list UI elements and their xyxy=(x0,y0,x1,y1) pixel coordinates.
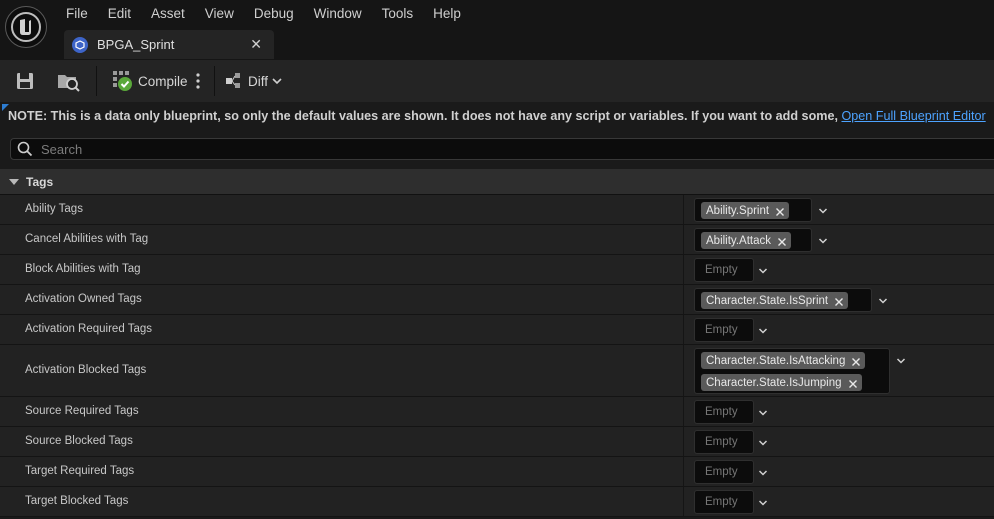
menu-asset[interactable]: Asset xyxy=(141,0,195,28)
property-name: Activation Blocked Tags xyxy=(25,364,147,376)
property-name: Block Abilities with Tag xyxy=(25,263,141,275)
empty-tag-field[interactable]: Empty xyxy=(694,400,754,424)
search-box[interactable] xyxy=(10,138,994,160)
property-row: Target Required Tags Empty xyxy=(0,457,994,487)
tag-label: Character.State.IsJumping xyxy=(706,376,842,389)
search-icon xyxy=(17,141,33,157)
note-text: NOTE: This is a data only blueprint, so … xyxy=(8,109,842,123)
empty-tag-field[interactable]: Empty xyxy=(694,318,754,342)
title-bar: File Edit Asset View Debug Window Tools … xyxy=(0,0,994,62)
property-name: Activation Required Tags xyxy=(25,323,152,335)
details-panel: NOTE: This is a data only blueprint, so … xyxy=(0,102,994,519)
menu-help[interactable]: Help xyxy=(423,0,471,28)
menu-window[interactable]: Window xyxy=(304,0,372,28)
menu-file[interactable]: File xyxy=(56,0,98,28)
chevron-down-icon[interactable] xyxy=(878,295,888,305)
tag-label: Ability.Sprint xyxy=(706,204,770,217)
tag-container: Character.State.IsSprint xyxy=(694,288,872,312)
chevron-down-icon[interactable] xyxy=(818,235,828,245)
tag-chip[interactable]: Character.State.IsSprint xyxy=(701,292,849,309)
property-list: Ability Tags Ability.Sprint Cancel Abiliti… xyxy=(0,195,994,517)
property-row: Cancel Abilities with Tag Ability.Attack xyxy=(0,225,994,255)
chevron-down-icon[interactable] xyxy=(758,497,768,507)
save-icon xyxy=(17,73,33,89)
compile-button[interactable]: Compile xyxy=(110,68,188,94)
compile-options-button[interactable] xyxy=(194,68,202,94)
diff-label: Diff xyxy=(248,73,269,89)
data-only-note: NOTE: This is a data only blueprint, so … xyxy=(0,102,994,132)
property-name: Target Blocked Tags xyxy=(25,495,129,507)
unreal-logo-icon[interactable] xyxy=(5,6,47,48)
property-name: Source Blocked Tags xyxy=(25,435,133,447)
property-row: Activation Blocked Tags Character.State.I… xyxy=(0,345,994,397)
remove-tag-icon[interactable] xyxy=(848,378,858,388)
diff-button[interactable]: Diff xyxy=(224,68,283,94)
tag-chip[interactable]: Character.State.IsJumping xyxy=(701,374,862,391)
property-row: Target Blocked Tags Empty xyxy=(0,487,994,517)
property-row: Activation Owned Tags Character.State.IsS… xyxy=(0,285,994,315)
close-icon[interactable]: ✕ xyxy=(250,36,262,53)
tag-chip[interactable]: Character.State.IsAttacking xyxy=(701,352,866,369)
menu-bar: File Edit Asset View Debug Window Tools … xyxy=(56,0,471,28)
browse-folder-icon xyxy=(58,75,80,92)
chevron-down-icon[interactable] xyxy=(758,265,768,275)
property-name: Ability Tags xyxy=(25,203,83,215)
property-name: Source Required Tags xyxy=(25,405,139,417)
chevron-down-icon[interactable] xyxy=(758,407,768,417)
open-full-editor-link[interactable]: Open Full Blueprint Editor xyxy=(841,109,985,123)
tab-label: BPGA_Sprint xyxy=(97,37,175,52)
tag-chip[interactable]: Ability.Attack xyxy=(701,232,791,249)
empty-tag-field[interactable]: Empty xyxy=(694,490,754,514)
menu-view[interactable]: View xyxy=(195,0,244,28)
save-button[interactable] xyxy=(14,68,36,94)
tag-label: Ability.Attack xyxy=(706,234,771,247)
tag-label: Character.State.IsAttacking xyxy=(706,354,846,367)
browse-button[interactable] xyxy=(56,68,82,94)
property-row: Source Required Tags Empty xyxy=(0,397,994,427)
chevron-down-icon[interactable] xyxy=(758,437,768,447)
remove-tag-icon[interactable] xyxy=(851,356,861,366)
menu-tools[interactable]: Tools xyxy=(372,0,424,28)
property-row: Activation Required Tags Empty xyxy=(0,315,994,345)
remove-tag-icon[interactable] xyxy=(775,206,785,216)
tag-container: Ability.Attack xyxy=(694,228,812,252)
property-name: Target Required Tags xyxy=(25,465,135,477)
chevron-down-icon[interactable] xyxy=(758,467,768,477)
chevron-down-icon[interactable] xyxy=(758,325,768,335)
collapse-arrow-icon[interactable] xyxy=(8,176,20,188)
category-label: Tags xyxy=(26,174,54,189)
tag-chip[interactable]: Ability.Sprint xyxy=(701,202,790,219)
category-tags[interactable]: Tags xyxy=(0,169,994,195)
empty-tag-field[interactable]: Empty xyxy=(694,430,754,454)
search-input[interactable] xyxy=(39,140,943,158)
document-tab[interactable]: BPGA_Sprint ✕ xyxy=(64,30,274,59)
property-name: Activation Owned Tags xyxy=(25,293,142,305)
tag-container: Character.State.IsAttacking Character.Sta… xyxy=(694,348,890,394)
diff-icon xyxy=(226,73,240,88)
property-row: Block Abilities with Tag Empty xyxy=(0,255,994,285)
remove-tag-icon[interactable] xyxy=(777,236,787,246)
remove-tag-icon[interactable] xyxy=(834,296,844,306)
menu-debug[interactable]: Debug xyxy=(244,0,304,28)
chevron-down-icon[interactable] xyxy=(896,355,906,365)
property-name: Cancel Abilities with Tag xyxy=(25,233,149,245)
empty-tag-field[interactable]: Empty xyxy=(694,258,754,282)
menu-edit[interactable]: Edit xyxy=(98,0,141,28)
chevron-down-icon xyxy=(272,78,282,85)
property-row: Ability Tags Ability.Sprint xyxy=(0,195,994,225)
property-row: Source Blocked Tags Empty xyxy=(0,427,994,457)
chevron-down-icon[interactable] xyxy=(818,205,828,215)
kebab-menu-icon xyxy=(196,73,200,89)
compile-label: Compile xyxy=(138,73,188,89)
compile-status-icon xyxy=(113,71,132,91)
toolbar: Compile Diff xyxy=(0,60,994,102)
empty-tag-field[interactable]: Empty xyxy=(694,460,754,484)
tag-container: Ability.Sprint xyxy=(694,198,812,222)
blueprint-asset-icon xyxy=(72,36,88,53)
tag-label: Character.State.IsSprint xyxy=(706,294,829,307)
